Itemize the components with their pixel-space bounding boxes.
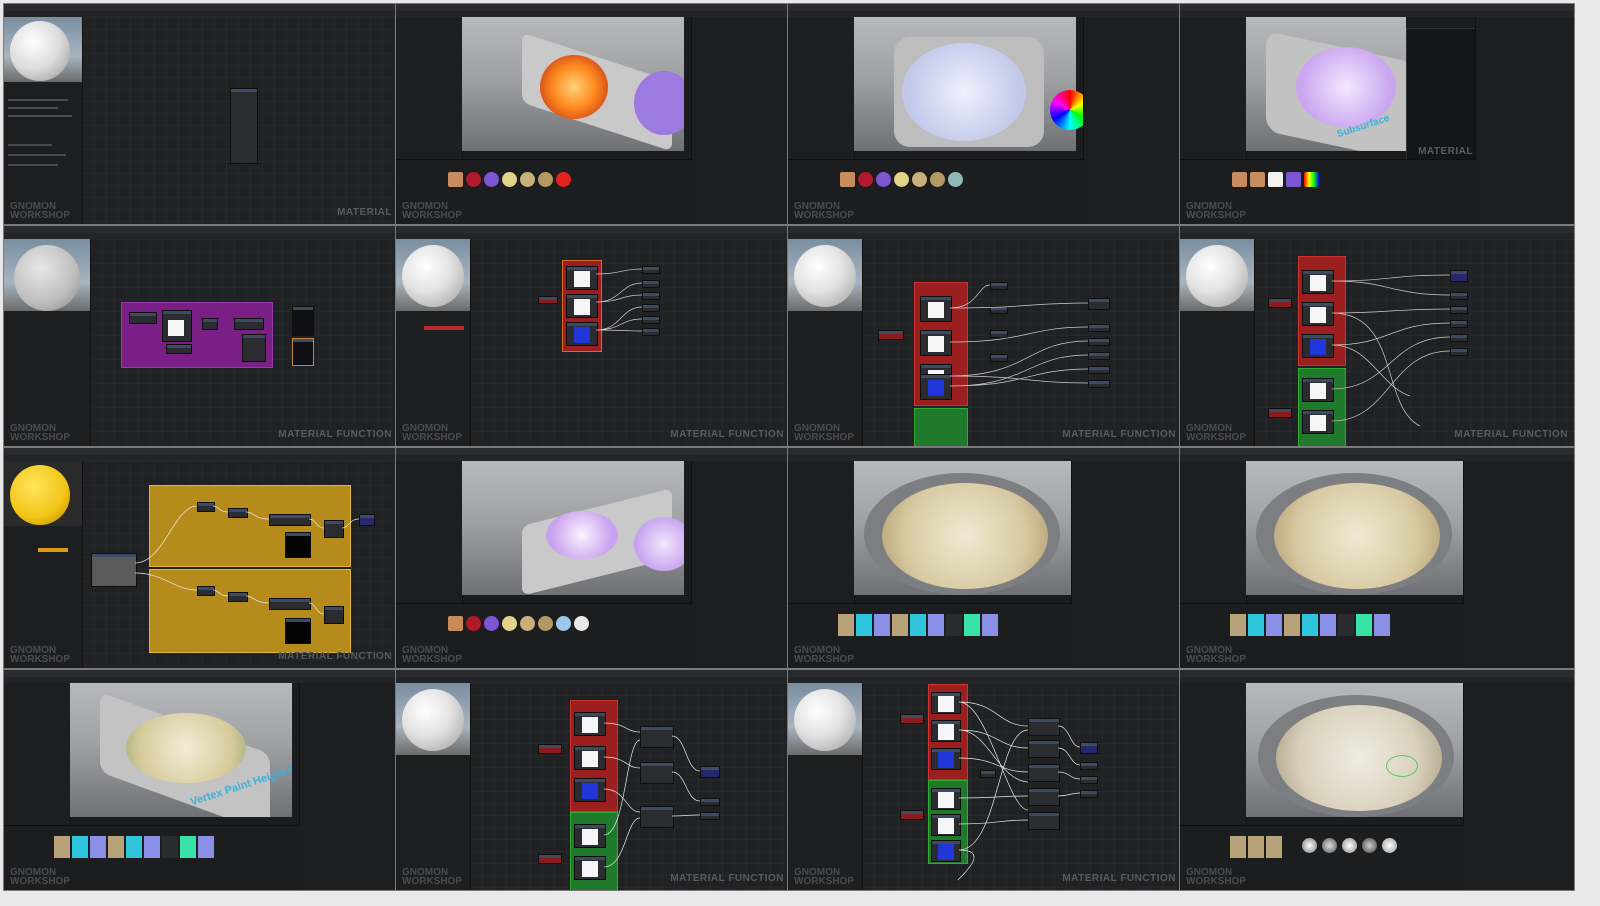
tile-mf-red-large: MATERIAL FUNCTION GNOMON WORKSHOP	[787, 225, 1183, 447]
logo: GNOMON WORKSHOP	[402, 867, 462, 887]
viewport[interactable]	[1246, 683, 1468, 817]
wires	[949, 284, 1089, 387]
thumbnail-sheet: MATERIAL GNOMONWORKSHOP GNOMONWORKSHOP	[0, 0, 1600, 906]
tile-viewport-purple: GNOMON WORKSHOP	[395, 447, 791, 669]
wires	[1331, 274, 1451, 427]
tile-viewport-sand-2: GNOMON WORKSHOP	[1179, 447, 1575, 669]
viewport[interactable]	[854, 461, 1076, 595]
tile-mf-red-green: MATERIAL FUNCTION GNOMON WORKSHOP	[1179, 225, 1575, 447]
logo: GNOMON WORKSHOP	[402, 423, 462, 443]
logo: GNOMON WORKSHOP	[1186, 645, 1246, 665]
watermark: MATERIAL FUNCTION	[278, 651, 392, 662]
preview-thumbnail	[4, 239, 90, 311]
wires	[957, 701, 1081, 881]
viewport[interactable]	[462, 17, 684, 151]
watermark: MATERIAL FUNCTION	[1454, 429, 1568, 440]
watermark: MATERIAL FUNCTION	[670, 429, 784, 440]
material-result-node[interactable]	[230, 88, 258, 164]
logo: GNOMON WORKSHOP	[10, 645, 70, 665]
viewport[interactable]	[1246, 461, 1468, 595]
tile-mf-purple: MATERIAL FUNCTION GNOMON WORKSHOP	[3, 225, 399, 447]
wires	[134, 505, 360, 615]
logo: GNOMON WORKSHOP	[794, 867, 854, 887]
tile-mf-red-green-3: MATERIAL FUNCTION GNOMON WORKSHOP	[787, 669, 1183, 891]
watermark: MATERIAL	[337, 207, 392, 218]
viewport[interactable]: Vertex Paint Height Bl	[70, 683, 292, 817]
logo: GNOMON WORKSHOP	[402, 645, 462, 665]
watermark: MATERIAL FUNCTION	[1062, 873, 1176, 884]
tile-mf-yellow: MATERIAL FUNCTION GNOMON WORKSHOP	[3, 447, 399, 669]
tile-mf-red: MATERIAL FUNCTION GNOMON WORKSHOP	[395, 225, 791, 447]
tile-mf-red-green-2: MATERIAL FUNCTION GNOMON WORKSHOP	[395, 669, 791, 891]
tile-viewport-colorpicker: GNOMON WORKSHOP	[787, 3, 1183, 225]
logo: GNOMON WORKSHOP	[794, 201, 854, 221]
logo: GNOMON WORKSHOP	[10, 201, 70, 221]
viewport[interactable]	[854, 17, 1076, 151]
viewport[interactable]: Subsurface	[1246, 17, 1406, 151]
tile-viewport-sand-3: GNOMON WORKSHOP	[1179, 669, 1575, 891]
tile-viewport-orange: GNOMON WORKSHOP	[395, 3, 791, 225]
tile-material-editor-empty: MATERIAL GNOMON WORKSHOP	[3, 3, 399, 225]
preview-thumbnail	[4, 17, 82, 82]
viewport[interactable]	[462, 461, 684, 595]
logo: GNOMON WORKSHOP	[10, 867, 70, 887]
watermark: MATERIAL FUNCTION	[670, 873, 784, 884]
tile-viewport-vertexpaint: Vertex Paint Height Bl GNOMON WORKSHOP	[3, 669, 399, 891]
logo: GNOMON WORKSHOP	[1186, 201, 1246, 221]
logo: GNOMON WORKSHOP	[402, 201, 462, 221]
tile-viewport-sand: GNOMON WORKSHOP	[787, 447, 1183, 669]
logo: GNOMON WORKSHOP	[794, 645, 854, 665]
watermark: MATERIAL FUNCTION	[1062, 429, 1176, 440]
logo: GNOMON WORKSHOP	[10, 423, 70, 443]
logo: GNOMON WORKSHOP	[794, 423, 854, 443]
wires	[595, 268, 643, 332]
wires	[603, 722, 701, 868]
watermark: MATERIAL FUNCTION	[278, 429, 392, 440]
logo: GNOMON WORKSHOP	[1186, 867, 1246, 887]
logo: GNOMON WORKSHOP	[1186, 423, 1246, 443]
tile-viewport-subsurface: Subsurface MATERIAL GNOMON WORKSHOP	[1179, 3, 1575, 225]
